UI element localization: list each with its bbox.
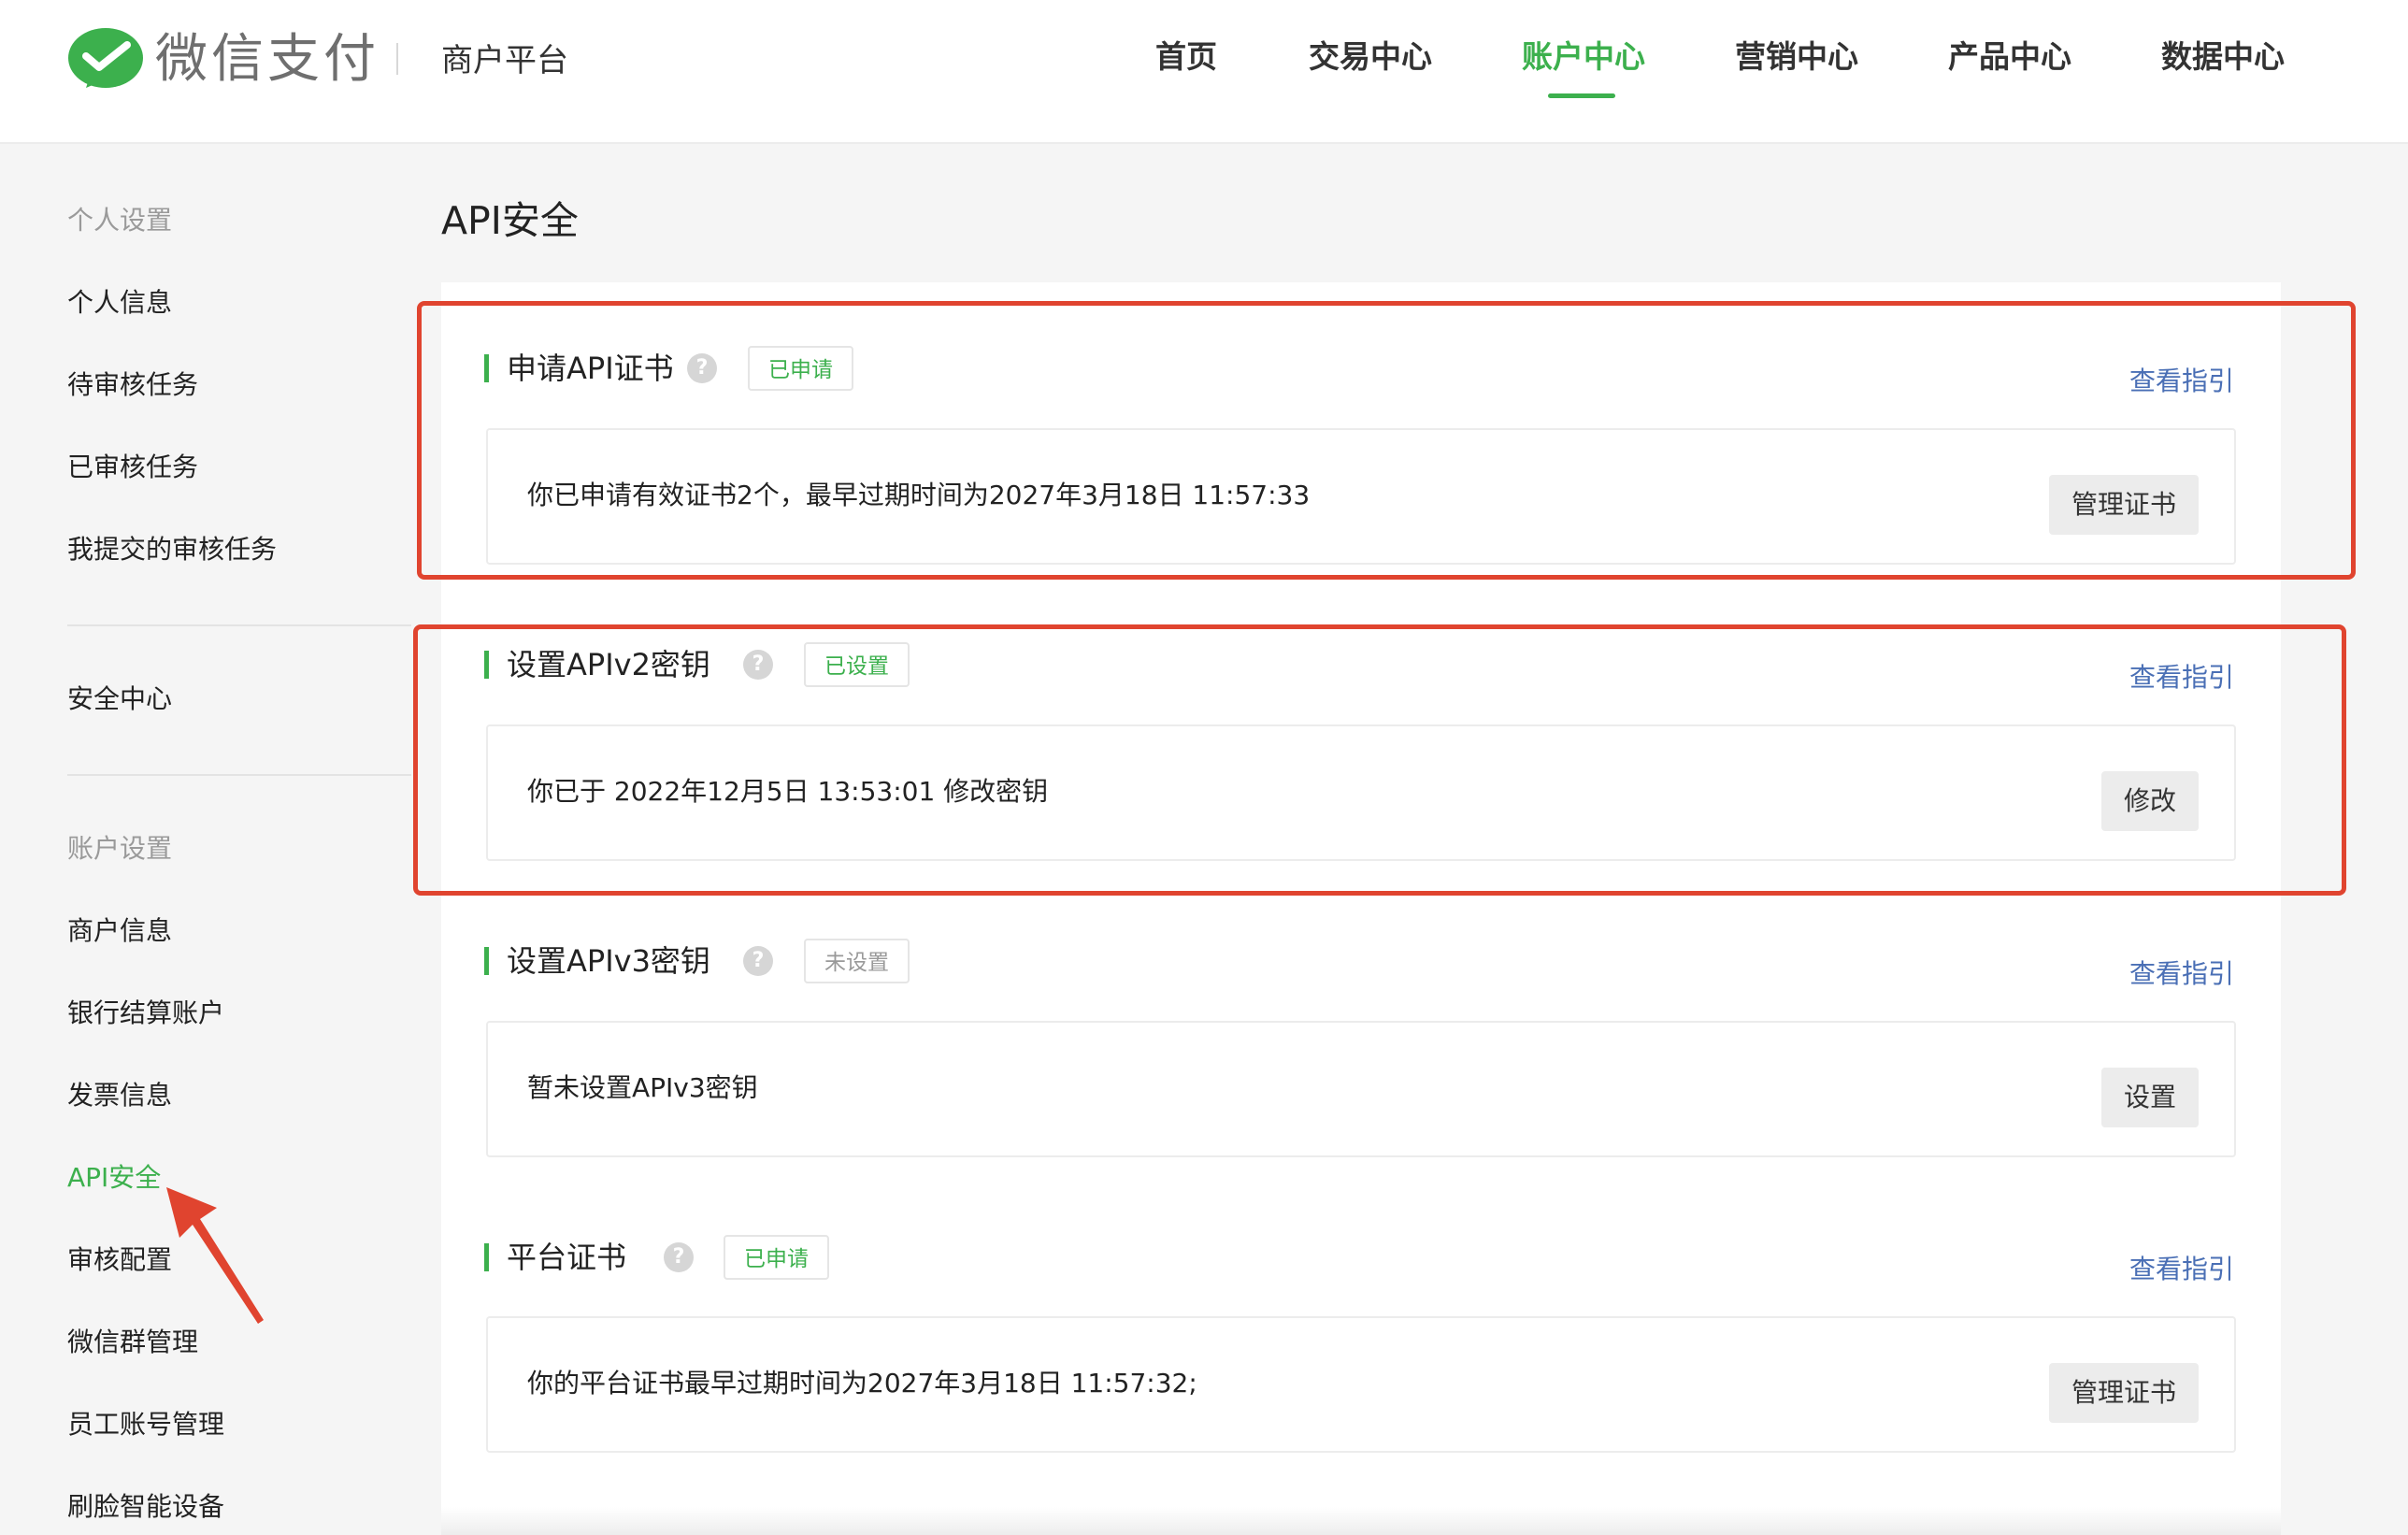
section-accent-bar [484,651,489,679]
sidebar-item-security-center[interactable]: 安全中心 [67,681,172,718]
info-text-apiv2-key: 你已于 2022年12月5日 13:53:01 修改密钥 [527,776,1049,807]
guide-link-apiv2-key[interactable]: 查看指引 [2129,659,2234,696]
manage-platform-certificate-button[interactable]: 管理证书 [2048,1363,2199,1423]
section-accent-bar [484,1243,489,1271]
platform-name: 商户平台 [441,42,568,79]
info-box-platform-certificate: 你的平台证书最早过期时间为2027年3月18日 11:57:32; 管理证书 [486,1316,2236,1453]
section-accent-bar [484,947,489,975]
guide-link-platform-certificate[interactable]: 查看指引 [2129,1251,2234,1288]
sidebar-item-review-config[interactable]: 审核配置 [67,1241,172,1279]
section-title-apiv3-key: 设置APIv3密钥 [507,943,710,979]
section-title-platform-certificate: 平台证书 [507,1240,627,1275]
info-text-api-certificate: 你已申请有效证书2个，最早过期时间为2027年3月18日 11:57:33 [527,480,1311,510]
sidebar-divider [67,774,411,776]
wechat-pay-logo-icon[interactable] [65,26,146,97]
sidebar-item-staff-account-management[interactable]: 员工账号管理 [67,1406,224,1443]
info-text-apiv3-key: 暂未设置APIv3密钥 [527,1072,758,1103]
active-nav-underline [1548,93,1615,98]
nav-transaction-center[interactable]: 交易中心 [1309,34,1432,80]
help-icon[interactable]: ? [743,946,773,976]
sidebar-item-merchant-info[interactable]: 商户信息 [67,912,172,950]
nav-product-center[interactable]: 产品中心 [1948,34,2071,80]
status-badge-api-certificate: 已申请 [748,346,853,391]
guide-link-api-certificate[interactable]: 查看指引 [2129,363,2234,400]
status-badge-apiv2-key: 已设置 [804,642,910,687]
nav-marketing-center[interactable]: 营销中心 [1735,34,1858,80]
sidebar-item-pending-review[interactable]: 待审核任务 [67,366,198,404]
logo-divider [396,43,398,75]
nav-home[interactable]: 首页 [1155,34,1217,80]
sidebar-item-reviewed-tasks[interactable]: 已审核任务 [67,449,198,486]
bottom-fade [441,1507,2281,1535]
info-box-apiv2-key: 你已于 2022年12月5日 13:53:01 修改密钥 修改 [486,724,2236,861]
manage-certificate-button[interactable]: 管理证书 [2048,475,2199,535]
annotation-arrow-icon [166,1187,264,1324]
sidebar-item-wechat-group-management[interactable]: 微信群管理 [67,1324,198,1361]
nav-data-center[interactable]: 数据中心 [2161,34,2285,80]
sidebar-group-personal-settings: 个人设置 [67,205,173,236]
sidebar-item-api-security[interactable]: API安全 [67,1159,161,1197]
sidebar-item-personal-info[interactable]: 个人信息 [67,284,172,322]
guide-link-apiv3-key[interactable]: 查看指引 [2129,955,2234,993]
sidebar-divider [67,624,411,626]
section-accent-bar [484,354,489,382]
help-icon[interactable]: ? [743,650,773,680]
section-title-apiv2-key: 设置APIv2密钥 [507,647,710,682]
status-badge-platform-certificate: 已申请 [724,1235,829,1280]
sidebar-item-face-recognition-devices[interactable]: 刷脸智能设备 [67,1488,224,1526]
info-text-platform-certificate: 你的平台证书最早过期时间为2027年3月18日 11:57:32; [527,1368,1197,1399]
info-box-apiv3-key: 暂未设置APIv3密钥 设置 [486,1021,2236,1157]
help-icon[interactable]: ? [687,353,717,383]
page-title: API安全 [441,198,579,243]
sidebar-item-my-submitted-tasks[interactable]: 我提交的审核任务 [67,531,277,568]
help-icon[interactable]: ? [664,1242,694,1272]
section-title-api-certificate: 申请API证书 [507,351,674,386]
set-key-button[interactable]: 设置 [2100,1068,2199,1127]
modify-key-button[interactable]: 修改 [2100,771,2199,831]
nav-account-center[interactable]: 账户中心 [1522,34,1645,80]
logo-text: 微信支付 [155,29,380,90]
info-box-api-certificate: 你已申请有效证书2个，最早过期时间为2027年3月18日 11:57:33 管理… [486,428,2236,565]
sidebar-item-bank-account[interactable]: 银行结算账户 [67,995,224,1032]
status-badge-apiv3-key: 未设置 [804,939,910,983]
top-header: 微信支付 商户平台 首页 交易中心 账户中心 营销中心 产品中心 数据中心 [0,0,2408,144]
sidebar-item-invoice-info[interactable]: 发票信息 [67,1077,172,1114]
sidebar-group-account-settings: 账户设置 [67,833,173,864]
